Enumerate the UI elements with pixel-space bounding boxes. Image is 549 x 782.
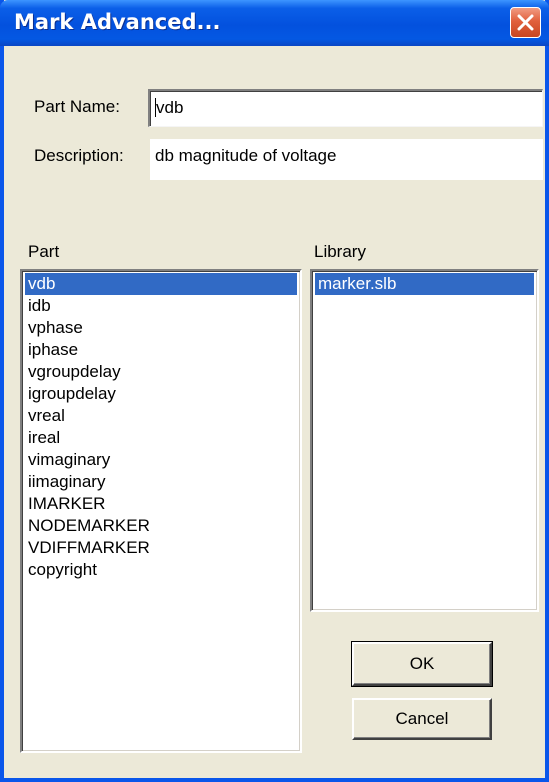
list-item[interactable]: vdb: [25, 273, 297, 295]
window-title: Mark Advanced...: [14, 10, 221, 34]
list-item[interactable]: vimaginary: [25, 449, 297, 471]
list-item[interactable]: idb: [25, 295, 297, 317]
part-listbox[interactable]: vdb idb vphase iphase vgroupdelay igroup…: [20, 269, 302, 753]
list-item[interactable]: vgroupdelay: [25, 361, 297, 383]
list-item[interactable]: vphase: [25, 317, 297, 339]
part-list-header: Part: [28, 242, 60, 261]
mark-advanced-dialog: Mark Advanced... Part Name: vdb Descript…: [0, 0, 549, 782]
description-value: db magnitude of voltage: [155, 146, 337, 165]
description-label: Description:: [34, 146, 124, 165]
part-name-label: Part Name:: [34, 97, 120, 116]
list-item[interactable]: NODEMARKER: [25, 515, 297, 537]
list-item[interactable]: marker.slb: [315, 273, 534, 295]
title-bar[interactable]: Mark Advanced...: [0, 0, 549, 46]
list-item[interactable]: iphase: [25, 339, 297, 361]
cancel-button[interactable]: Cancel: [352, 698, 492, 740]
list-item[interactable]: iimaginary: [25, 471, 297, 493]
close-x-icon: [517, 14, 534, 31]
library-list-header: Library: [314, 242, 366, 261]
ok-button[interactable]: OK: [351, 641, 493, 687]
library-listbox[interactable]: marker.slb: [310, 269, 539, 612]
list-item[interactable]: ireal: [25, 427, 297, 449]
list-item[interactable]: IMARKER: [25, 493, 297, 515]
close-button[interactable]: [510, 7, 541, 38]
list-item[interactable]: VDIFFMARKER: [25, 537, 297, 559]
description-field: db magnitude of voltage: [150, 139, 543, 180]
list-item[interactable]: vreal: [25, 405, 297, 427]
list-item[interactable]: igroupdelay: [25, 383, 297, 405]
part-name-input[interactable]: vdb: [148, 89, 543, 127]
part-name-value: vdb: [156, 98, 184, 117]
list-item[interactable]: copyright: [25, 559, 297, 581]
